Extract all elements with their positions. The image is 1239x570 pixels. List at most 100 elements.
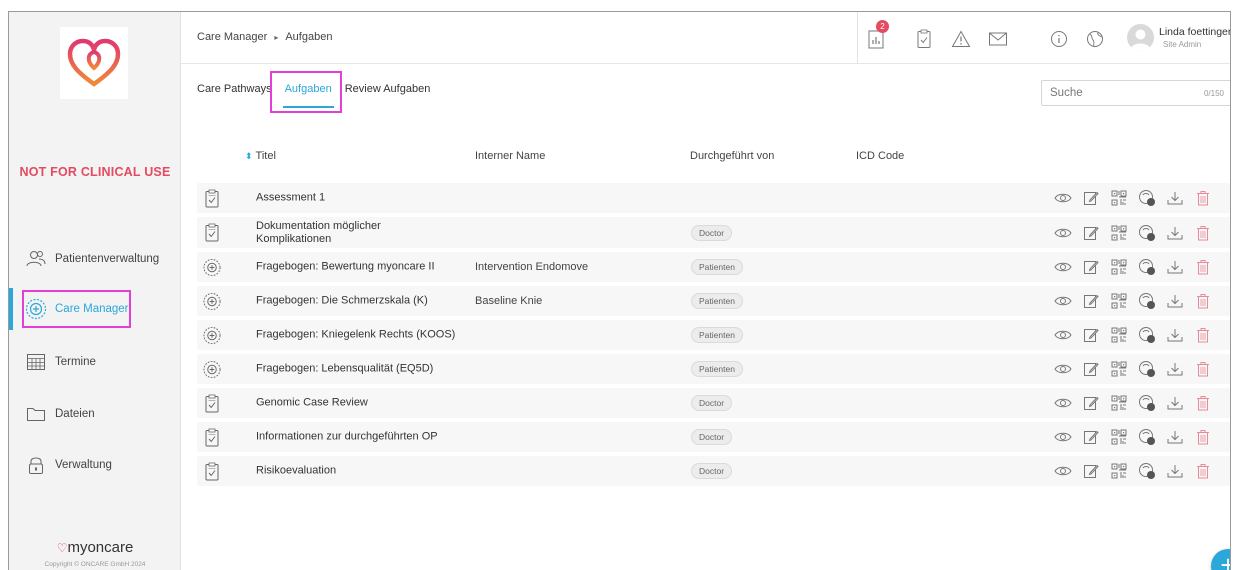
sidebar-item-dateien[interactable]: Dateien bbox=[25, 403, 95, 425]
assign-button[interactable] bbox=[1135, 360, 1159, 378]
row-internal-name: Baseline Knie bbox=[475, 295, 543, 307]
column-title[interactable]: ⬍ Titel bbox=[245, 150, 276, 162]
qr-code-button[interactable] bbox=[1107, 394, 1131, 412]
download-button[interactable] bbox=[1163, 326, 1187, 344]
delete-button[interactable] bbox=[1191, 258, 1215, 276]
edit-button[interactable] bbox=[1079, 258, 1103, 276]
download-button[interactable] bbox=[1163, 428, 1187, 446]
delete-button[interactable] bbox=[1191, 428, 1215, 446]
app-logo[interactable] bbox=[60, 27, 128, 99]
info-button[interactable] bbox=[1047, 27, 1071, 51]
assign-user-icon bbox=[1139, 190, 1155, 206]
eye-icon bbox=[1054, 432, 1072, 442]
delete-button[interactable] bbox=[1191, 394, 1215, 412]
download-button[interactable] bbox=[1163, 189, 1187, 207]
tab-care-pathways[interactable]: Care Pathways bbox=[197, 83, 272, 95]
view-button[interactable] bbox=[1051, 462, 1075, 480]
search-input[interactable] bbox=[1050, 87, 1180, 99]
delete-button[interactable] bbox=[1191, 189, 1215, 207]
view-button[interactable] bbox=[1051, 224, 1075, 242]
delete-button[interactable] bbox=[1191, 360, 1215, 378]
assign-button[interactable] bbox=[1135, 462, 1159, 480]
assign-button[interactable] bbox=[1135, 189, 1159, 207]
lock-icon bbox=[25, 454, 47, 476]
assign-button[interactable] bbox=[1135, 258, 1159, 276]
row-actions bbox=[1051, 360, 1219, 378]
delete-button[interactable] bbox=[1191, 462, 1215, 480]
edit-button[interactable] bbox=[1079, 292, 1103, 310]
view-button[interactable] bbox=[1051, 292, 1075, 310]
download-button[interactable] bbox=[1163, 224, 1187, 242]
assign-button[interactable] bbox=[1135, 428, 1159, 446]
view-button[interactable] bbox=[1051, 326, 1075, 344]
table-row[interactable]: Risikoevaluation Doctor bbox=[197, 456, 1230, 486]
table-row[interactable]: Assessment 1 bbox=[197, 183, 1230, 213]
table-row[interactable]: Fragebogen: Kniegelenk Rechts (KOOS) Pat… bbox=[197, 320, 1230, 350]
table-row[interactable]: Fragebogen: Die Schmerzskala (K) Baselin… bbox=[197, 286, 1230, 316]
view-button[interactable] bbox=[1051, 428, 1075, 446]
qr-code-button[interactable] bbox=[1107, 258, 1131, 276]
view-button[interactable] bbox=[1051, 394, 1075, 412]
download-button[interactable] bbox=[1163, 360, 1187, 378]
download-button[interactable] bbox=[1163, 394, 1187, 412]
tab-review-aufgaben[interactable]: Review Aufgaben bbox=[345, 83, 431, 95]
breadcrumb-root[interactable]: Care Manager bbox=[197, 31, 267, 43]
edit-button[interactable] bbox=[1079, 189, 1103, 207]
qr-code-button[interactable] bbox=[1107, 462, 1131, 480]
table-row[interactable]: Fragebogen: Lebensqualität (EQ5D) Patien… bbox=[197, 354, 1230, 384]
user-name[interactable]: Linda foettinger bbox=[1159, 26, 1230, 38]
messages-button[interactable] bbox=[986, 27, 1010, 51]
sidebar-item-label: Patientenverwaltung bbox=[55, 253, 160, 265]
table-row[interactable]: Dokumentation möglicher Komplikationen D… bbox=[197, 217, 1230, 248]
assign-button[interactable] bbox=[1135, 292, 1159, 310]
qr-code-button[interactable] bbox=[1107, 224, 1131, 242]
table-row[interactable]: Fragebogen: Bewertung myoncare II Interv… bbox=[197, 252, 1230, 282]
row-performed-by-badge: Patienten bbox=[691, 293, 743, 309]
edit-button[interactable] bbox=[1079, 462, 1103, 480]
download-button[interactable] bbox=[1163, 462, 1187, 480]
download-icon bbox=[1167, 465, 1183, 478]
avatar[interactable] bbox=[1127, 24, 1154, 51]
view-button[interactable] bbox=[1051, 189, 1075, 207]
language-button[interactable] bbox=[1083, 27, 1107, 51]
table-row[interactable]: Informationen zur durchgeführten OP Doct… bbox=[197, 422, 1230, 452]
edit-icon bbox=[1084, 294, 1099, 308]
edit-button[interactable] bbox=[1079, 428, 1103, 446]
sidebar-item-patientenverwaltung[interactable]: Patientenverwaltung bbox=[25, 248, 159, 270]
edit-button[interactable] bbox=[1079, 326, 1103, 344]
delete-button[interactable] bbox=[1191, 326, 1215, 344]
download-button[interactable] bbox=[1163, 292, 1187, 310]
table-row[interactable]: Genomic Case Review Doctor bbox=[197, 388, 1230, 418]
qr-code-icon bbox=[1111, 429, 1127, 445]
user-avatar-icon bbox=[1130, 29, 1151, 51]
row-actions bbox=[1051, 189, 1219, 207]
delete-button[interactable] bbox=[1191, 292, 1215, 310]
assign-button[interactable] bbox=[1135, 394, 1159, 412]
delete-button[interactable] bbox=[1191, 224, 1215, 242]
assign-user-icon bbox=[1139, 361, 1155, 377]
warning-icon bbox=[951, 30, 971, 47]
alerts-button[interactable] bbox=[949, 27, 973, 51]
edit-button[interactable] bbox=[1079, 360, 1103, 378]
qr-code-button[interactable] bbox=[1107, 428, 1131, 446]
breadcrumb-current: Aufgaben bbox=[285, 31, 333, 43]
qr-code-button[interactable] bbox=[1107, 292, 1131, 310]
sidebar-item-verwaltung[interactable]: Verwaltung bbox=[25, 454, 112, 476]
add-task-button[interactable]: + bbox=[1211, 549, 1230, 570]
trash-icon bbox=[1197, 430, 1209, 445]
clipboard-icon bbox=[203, 428, 221, 446]
clipboard-icon bbox=[203, 189, 221, 207]
edit-icon bbox=[1084, 362, 1099, 376]
qr-code-button[interactable] bbox=[1107, 326, 1131, 344]
assign-button[interactable] bbox=[1135, 326, 1159, 344]
assign-button[interactable] bbox=[1135, 224, 1159, 242]
view-button[interactable] bbox=[1051, 258, 1075, 276]
edit-button[interactable] bbox=[1079, 394, 1103, 412]
qr-code-button[interactable] bbox=[1107, 189, 1131, 207]
tasks-button[interactable] bbox=[912, 27, 936, 51]
qr-code-button[interactable] bbox=[1107, 360, 1131, 378]
sidebar-item-termine[interactable]: Termine bbox=[25, 351, 96, 373]
download-button[interactable] bbox=[1163, 258, 1187, 276]
edit-button[interactable] bbox=[1079, 224, 1103, 242]
view-button[interactable] bbox=[1051, 360, 1075, 378]
